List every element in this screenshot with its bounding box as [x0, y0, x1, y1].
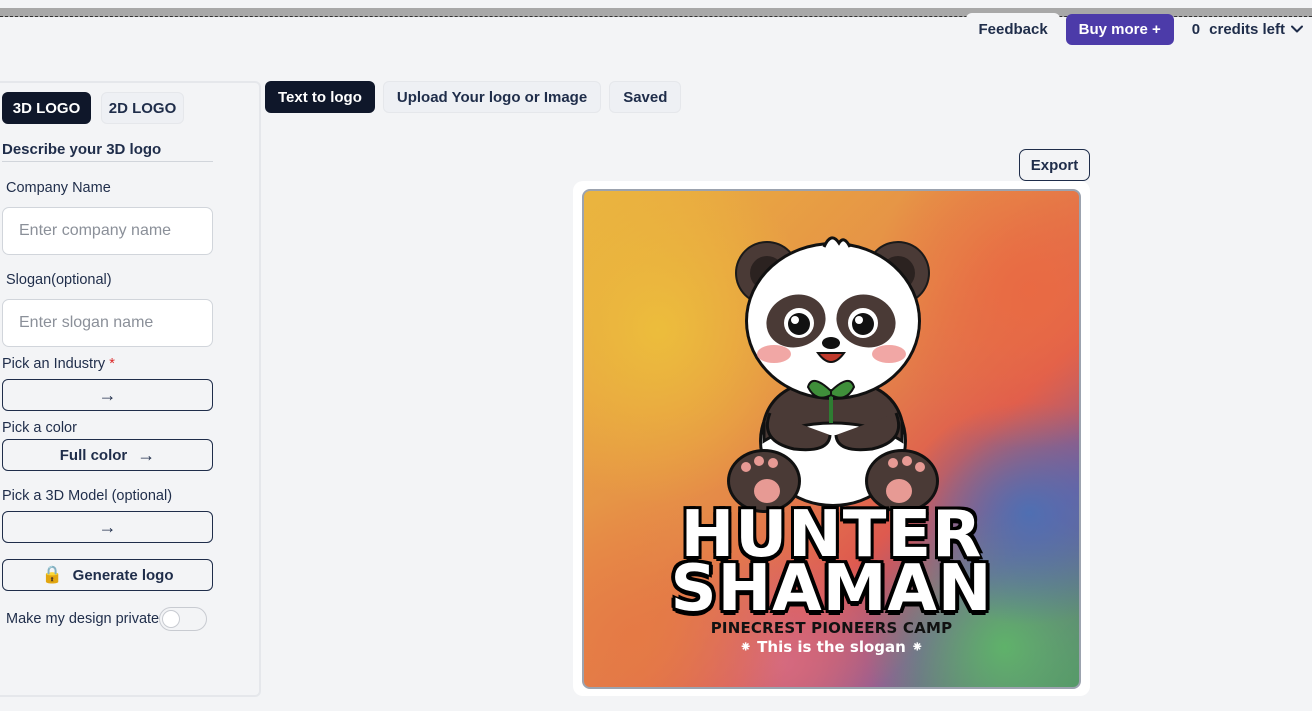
arrow-right-icon: →	[98, 516, 117, 537]
required-marker: *	[109, 356, 115, 372]
credits-dropdown[interactable]: 0 credits left	[1180, 13, 1312, 45]
toggle-knob	[162, 610, 181, 628]
logo-slogan: ⁕ This is the slogan ⁕	[739, 638, 924, 656]
logo-subtitle: PINECREST PIONEERS CAMP	[710, 619, 953, 637]
company-name-input[interactable]	[2, 207, 213, 255]
company-name-label: Company Name	[6, 180, 111, 196]
credits-count: 0	[1191, 20, 1201, 38]
generate-logo-button[interactable]: 🔒 Generate logo	[2, 559, 213, 591]
chevron-down-icon	[1291, 25, 1303, 33]
slogan-input[interactable]	[2, 299, 213, 347]
feedback-button[interactable]: Feedback	[966, 13, 1060, 45]
color-label: Pick a color	[2, 420, 77, 436]
arrow-right-icon: →	[98, 384, 117, 405]
pick-industry-button[interactable]: →	[2, 379, 213, 411]
color-value: Full color	[59, 446, 128, 464]
industry-label: Pick an Industry *	[2, 356, 115, 372]
export-button[interactable]: Export	[1019, 149, 1090, 181]
generate-logo-label: Generate logo	[72, 566, 174, 584]
buy-more-button[interactable]: Buy more +	[1065, 13, 1174, 45]
private-toggle-row: Make my design private	[6, 607, 208, 631]
credits-label: credits left	[1209, 20, 1285, 38]
lock-icon: 🔒	[41, 565, 63, 584]
tab-saved[interactable]: Saved	[609, 81, 682, 113]
logo-title-line2: SHAMAN	[670, 552, 993, 626]
main-tabs: Text to logo Upload Your logo or Image S…	[265, 81, 682, 113]
private-toggle[interactable]	[159, 607, 208, 631]
industry-label-text: Pick an Industry	[2, 356, 106, 372]
pick-3d-model-button[interactable]: →	[2, 511, 213, 543]
logo-preview-card: HUNTER SHAMAN PINECREST PIONEERS CAMP ⁕ …	[573, 181, 1090, 696]
top-bar: Feedback Buy more + 0 credits left	[966, 13, 1312, 45]
logo-type-tabs: 3D LOGO 2D LOGO	[2, 92, 184, 124]
tab-3d-logo[interactable]: 3D LOGO	[2, 92, 91, 124]
generated-logo-image[interactable]: HUNTER SHAMAN PINECREST PIONEERS CAMP ⁕ …	[582, 189, 1081, 689]
logo-settings-sidebar: 3D LOGO 2D LOGO Describe your 3D logo Co…	[0, 81, 261, 697]
tab-upload-logo[interactable]: Upload Your logo or Image	[382, 81, 602, 113]
describe-heading: Describe your 3D logo	[2, 141, 213, 162]
tab-text-to-logo[interactable]: Text to logo	[265, 81, 375, 113]
pick-color-button[interactable]: Full color →	[2, 439, 213, 471]
tab-2d-logo[interactable]: 2D LOGO	[101, 92, 184, 124]
private-label: Make my design private	[6, 611, 160, 627]
model-label: Pick a 3D Model (optional)	[2, 488, 173, 504]
arrow-right-icon: →	[137, 444, 156, 465]
slogan-label: Slogan(optional)	[6, 272, 112, 288]
